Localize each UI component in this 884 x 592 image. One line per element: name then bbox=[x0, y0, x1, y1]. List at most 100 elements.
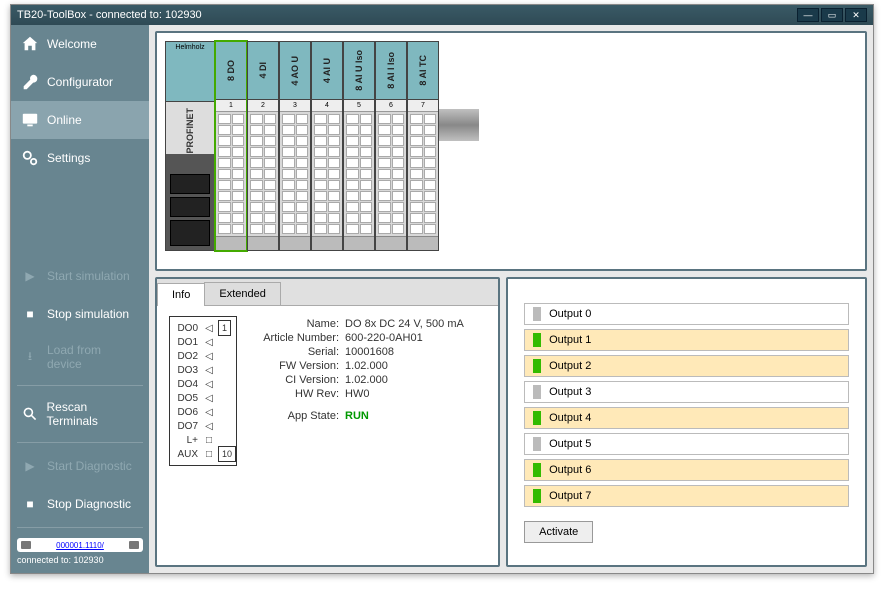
usb-connection-bar[interactable]: 000001.1110/ bbox=[17, 538, 143, 552]
tab-extended[interactable]: Extended bbox=[204, 282, 280, 305]
output-toggle[interactable]: Output 3 bbox=[524, 381, 849, 403]
slot-number: 3 bbox=[280, 100, 310, 112]
app-state-value: RUN bbox=[345, 410, 369, 422]
module-label: 8 DO bbox=[226, 60, 236, 81]
connection-link: 000001.1110/ bbox=[56, 541, 104, 550]
stop-icon: ■ bbox=[21, 495, 39, 513]
slot-number: 7 bbox=[408, 100, 438, 112]
bus-coupler[interactable]: Helmholz PROFINET bbox=[165, 41, 215, 251]
io-module[interactable]: 8 AI I Iso6 bbox=[375, 41, 407, 251]
slot-number: 4 bbox=[312, 100, 342, 112]
ethernet-port bbox=[170, 197, 210, 217]
activate-button[interactable]: Activate bbox=[524, 521, 593, 543]
prop-key: App State: bbox=[255, 410, 345, 422]
output-label: Output 3 bbox=[549, 386, 591, 398]
prop-key: FW Version: bbox=[255, 360, 345, 372]
info-body: DO0◁1DO1◁DO2◁DO3◁DO4◁DO5◁DO6◁DO7◁L+□AUX□… bbox=[157, 306, 498, 565]
connection-status-text: connected to: 102930 bbox=[17, 555, 104, 565]
io-module[interactable]: 8 AI TC 7 bbox=[407, 41, 439, 251]
output-label: Output 4 bbox=[549, 412, 591, 424]
action-label: Start simulation bbox=[47, 269, 130, 283]
output-led bbox=[533, 437, 541, 451]
title-bar: TB20-ToolBox - connected to: 102930 — ▭ … bbox=[11, 5, 873, 25]
maximize-button[interactable]: ▭ bbox=[821, 8, 843, 22]
gears-icon bbox=[21, 149, 39, 167]
module-label: 4 AO U bbox=[290, 56, 300, 86]
io-module[interactable]: 4 AO U 3 bbox=[279, 41, 311, 251]
output-list: Output 0 Output 1 Output 2 Output 3 Output 4… bbox=[524, 303, 849, 507]
start-diagnostic-button: ▶ Start Diagnostic bbox=[11, 447, 149, 485]
sidebar-item-settings[interactable]: Settings bbox=[11, 139, 149, 177]
play-icon: ▶ bbox=[21, 267, 39, 285]
module-info-panel: Info Extended DO0◁1DO1◁DO2◁DO3◁DO4◁DO5◁D… bbox=[155, 277, 500, 567]
info-tabs: Info Extended bbox=[157, 279, 498, 306]
output-led bbox=[533, 307, 541, 321]
sidebar-item-label: Welcome bbox=[47, 37, 97, 51]
sidebar-item-configurator[interactable]: Configurator bbox=[11, 63, 149, 101]
action-label: Stop Diagnostic bbox=[47, 497, 131, 511]
sidebar-item-online[interactable]: Online bbox=[11, 101, 149, 139]
module-label: 4 AI U bbox=[322, 58, 332, 83]
output-led bbox=[533, 359, 541, 373]
monitor-icon bbox=[21, 111, 39, 129]
home-icon bbox=[21, 35, 39, 53]
slot-number: 2 bbox=[248, 100, 278, 112]
output-toggle[interactable]: Output 4 bbox=[524, 407, 849, 429]
pin-label: DO4 bbox=[172, 379, 202, 390]
action-label: Start Diagnostic bbox=[47, 459, 132, 473]
rack-view-panel: Helmholz PROFINET 8 DO14 DI24 AO U34 AI … bbox=[155, 31, 867, 271]
sidebar-item-welcome[interactable]: Welcome bbox=[11, 25, 149, 63]
pin-label: L+ bbox=[172, 435, 202, 446]
stop-diagnostic-button[interactable]: ■ Stop Diagnostic bbox=[11, 485, 149, 523]
sidebar-item-label: Settings bbox=[47, 151, 90, 165]
output-toggle[interactable]: Output 6 bbox=[524, 459, 849, 481]
output-toggle[interactable]: Output 2 bbox=[524, 355, 849, 377]
output-label: Output 7 bbox=[549, 490, 591, 502]
io-module[interactable]: 8 AI U Iso5 bbox=[343, 41, 375, 251]
module-label: 4 DI bbox=[258, 62, 268, 79]
module-properties: Name:DO 8x DC 24 V, 500 mA Article Numbe… bbox=[255, 318, 464, 555]
module-label: 8 AI TC bbox=[418, 55, 428, 86]
rescan-terminals-button[interactable]: Rescan Terminals bbox=[11, 390, 149, 438]
action-label: Rescan Terminals bbox=[47, 400, 140, 428]
lower-panels: Info Extended DO0◁1DO1◁DO2◁DO3◁DO4◁DO5◁D… bbox=[155, 277, 867, 567]
stop-simulation-button[interactable]: ■ Stop simulation bbox=[11, 295, 149, 333]
pin-label: DO5 bbox=[172, 393, 202, 404]
main-area: Helmholz PROFINET 8 DO14 DI24 AO U34 AI … bbox=[149, 25, 873, 573]
output-toggle[interactable]: Output 0 bbox=[524, 303, 849, 325]
minimize-button[interactable]: — bbox=[797, 8, 819, 22]
prop-key: Article Number: bbox=[255, 332, 345, 344]
output-led bbox=[533, 333, 541, 347]
pin-number: 10 bbox=[218, 446, 236, 462]
app-window: TB20-ToolBox - connected to: 102930 — ▭ … bbox=[10, 4, 874, 574]
sidebar-item-label: Configurator bbox=[47, 75, 113, 89]
io-module[interactable]: 4 DI 2 bbox=[247, 41, 279, 251]
window-title: TB20-ToolBox - connected to: 102930 bbox=[17, 9, 797, 21]
output-led bbox=[533, 385, 541, 399]
io-module[interactable]: 4 AI U 4 bbox=[311, 41, 343, 251]
stop-icon: ■ bbox=[21, 305, 39, 323]
output-toggle[interactable]: Output 5 bbox=[524, 433, 849, 455]
output-toggle[interactable]: Output 7 bbox=[524, 485, 849, 507]
output-toggle[interactable]: Output 1 bbox=[524, 329, 849, 351]
slot-number: 1 bbox=[216, 100, 246, 112]
io-module[interactable]: 8 DO 1 bbox=[215, 41, 247, 251]
window-controls: — ▭ ✕ bbox=[797, 8, 867, 22]
download-icon: ⭳ bbox=[21, 348, 39, 366]
window-body: Welcome Configurator Online Settings ▶ S… bbox=[11, 25, 873, 573]
prop-key: Name: bbox=[255, 318, 345, 330]
prop-value: 600-220-0AH01 bbox=[345, 332, 423, 344]
output-label: Output 6 bbox=[549, 464, 591, 476]
output-led bbox=[533, 463, 541, 477]
load-from-device-button: ⭳ Load from device bbox=[11, 333, 149, 381]
tab-info[interactable]: Info bbox=[157, 283, 205, 306]
action-label: Stop simulation bbox=[47, 307, 129, 321]
output-label: Output 2 bbox=[549, 360, 591, 372]
close-button[interactable]: ✕ bbox=[845, 8, 867, 22]
prop-value: 1.02.000 bbox=[345, 360, 388, 372]
pin-label: DO6 bbox=[172, 407, 202, 418]
start-simulation-button: ▶ Start simulation bbox=[11, 257, 149, 295]
action-label: Load from device bbox=[47, 343, 139, 371]
search-icon bbox=[21, 405, 39, 423]
usb-icon bbox=[129, 541, 139, 549]
